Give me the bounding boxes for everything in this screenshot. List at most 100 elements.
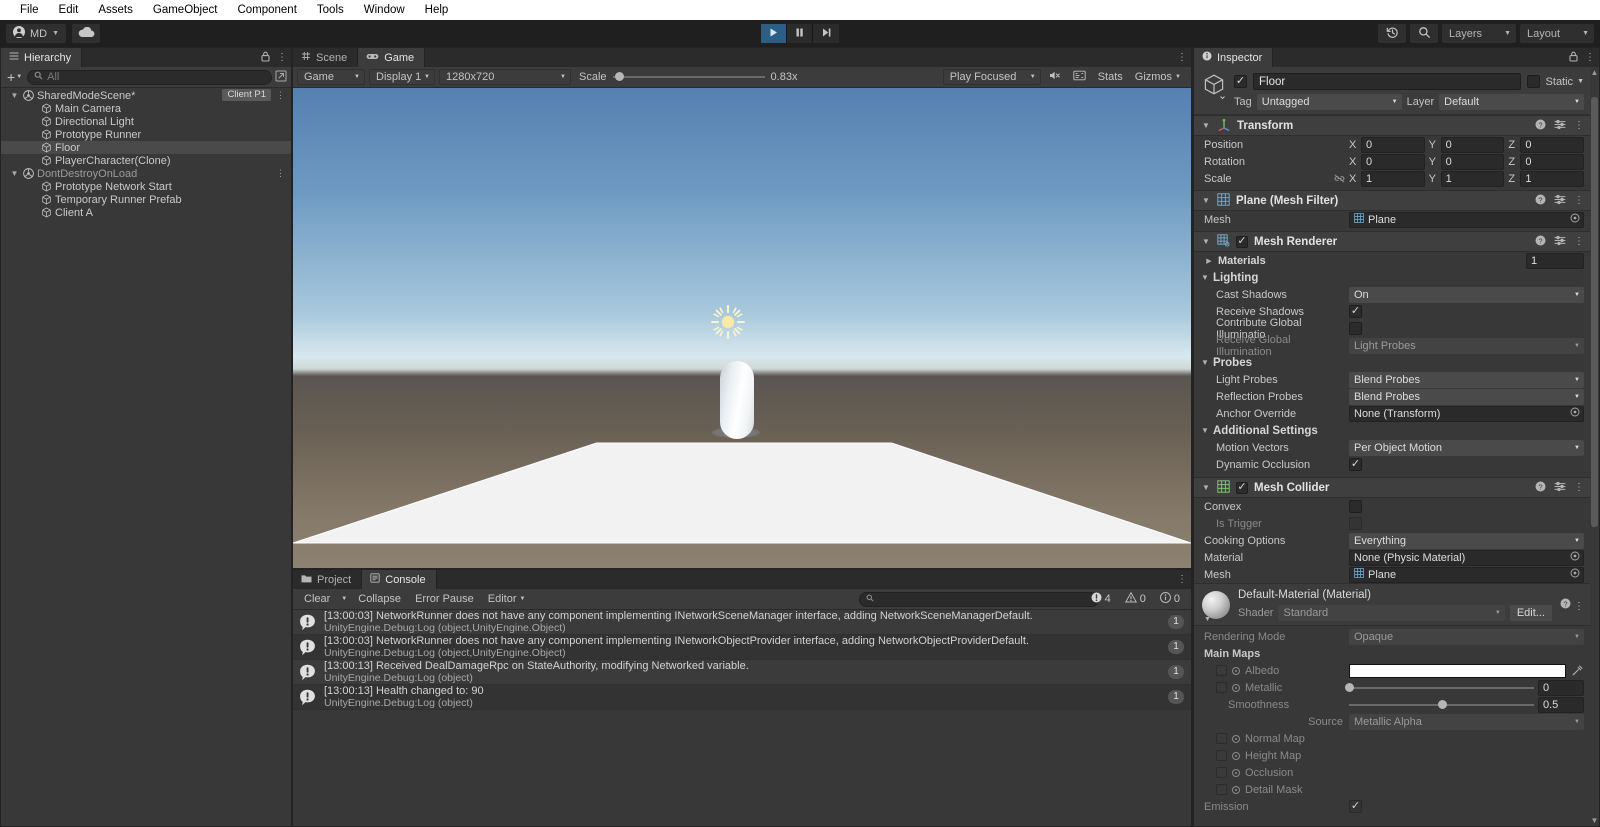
eyedropper-icon[interactable]: [1570, 665, 1584, 676]
lock-icon[interactable]: [1569, 51, 1578, 65]
console-search-input[interactable]: [859, 592, 1099, 607]
gizmos-button[interactable]: Gizmos ▼: [1129, 69, 1187, 85]
component-header-mesh-filter[interactable]: ▼ Plane (Mesh Filter) ? ⋮: [1194, 190, 1590, 211]
additional-settings-foldout[interactable]: ▼ Additional Settings: [1194, 422, 1590, 439]
menu-assets[interactable]: Assets: [88, 0, 143, 20]
collider-material-field[interactable]: None (Physic Material): [1349, 550, 1584, 566]
tab-hierarchy[interactable]: Hierarchy: [1, 48, 82, 67]
clear-button[interactable]: Clear: [297, 591, 337, 607]
normal-map-toggle[interactable]: [1216, 733, 1227, 744]
object-picker-icon[interactable]: [1570, 213, 1580, 226]
kebab-menu-icon[interactable]: ⋮: [1574, 237, 1584, 247]
object-picker-icon[interactable]: [1570, 568, 1580, 581]
hierarchy-expand-icon[interactable]: [275, 70, 287, 85]
hierarchy-item-temporary-runner-prefab[interactable]: Temporary Runner Prefab: [1, 193, 291, 206]
tab-game[interactable]: Game: [358, 48, 425, 67]
object-picker-icon[interactable]: [1570, 407, 1580, 420]
smoothness-slider[interactable]: [1349, 704, 1534, 706]
kebab-menu-icon[interactable]: ⋮: [1177, 53, 1187, 63]
materials-count-field[interactable]: 1: [1526, 253, 1584, 269]
stats-button[interactable]: Stats: [1092, 69, 1129, 85]
help-icon[interactable]: ?: [1535, 235, 1546, 249]
layout-dropdown[interactable]: Layout ▼: [1520, 24, 1594, 43]
add-gameobject-button[interactable]: + ▼: [5, 70, 24, 84]
layers-dropdown[interactable]: Layers ▼: [1442, 24, 1516, 43]
menu-file[interactable]: File: [10, 0, 49, 20]
help-icon[interactable]: ?: [1535, 481, 1546, 495]
collapse-button[interactable]: Collapse: [351, 591, 408, 607]
foldout-arrow-icon[interactable]: ▶: [1204, 257, 1214, 265]
kebab-menu-icon[interactable]: ⋮: [277, 53, 287, 63]
kebab-menu-icon[interactable]: ⋮: [276, 89, 285, 102]
console-log-list[interactable]: [13:00:03] NetworkRunner does not have a…: [293, 610, 1191, 826]
foldout-arrow-icon[interactable]: ▼: [1201, 483, 1211, 492]
contribute-gi-checkbox[interactable]: [1349, 322, 1362, 335]
transform-scale-z-field[interactable]: 1: [1520, 171, 1584, 187]
frame-debug-button[interactable]: [1067, 69, 1092, 85]
help-icon[interactable]: ?: [1535, 119, 1546, 133]
transform-rotation-y-field[interactable]: 0: [1441, 154, 1505, 170]
object-enabled-checkbox[interactable]: [1234, 75, 1247, 88]
rendering-mode-dropdown[interactable]: Opaque ▼: [1349, 629, 1584, 645]
error-pause-button[interactable]: Error Pause: [408, 591, 481, 607]
pause-button[interactable]: [787, 24, 813, 43]
object-name-field[interactable]: Floor: [1253, 73, 1521, 90]
preset-icon[interactable]: [1554, 119, 1566, 133]
hierarchy-item-floor[interactable]: Floor: [1, 141, 291, 154]
hierarchy-item-prototype-network-start[interactable]: Prototype Network Start: [1, 180, 291, 193]
hierarchy-item-client-a[interactable]: Client A: [1, 206, 291, 219]
cooking-options-dropdown[interactable]: Everything ▼: [1349, 533, 1584, 549]
hierarchy-item-playercharacter-clone[interactable]: PlayerCharacter(Clone): [1, 154, 291, 167]
help-icon[interactable]: ?: [1535, 194, 1546, 208]
object-picker-icon[interactable]: [1570, 551, 1580, 564]
kebab-menu-icon[interactable]: ⋮: [1574, 196, 1584, 206]
transform-rotation-z-field[interactable]: 0: [1520, 154, 1584, 170]
layer-dropdown[interactable]: Default ▼: [1439, 94, 1584, 110]
step-button[interactable]: [813, 24, 839, 43]
play-button[interactable]: [761, 24, 787, 43]
metallic-value-field[interactable]: 0: [1538, 680, 1584, 696]
scale-slider[interactable]: [613, 76, 765, 78]
preset-icon[interactable]: [1554, 481, 1566, 495]
component-header-mesh-renderer[interactable]: ▼ Mesh Renderer ? ⋮: [1194, 231, 1590, 252]
transform-position-z-field[interactable]: 0: [1520, 137, 1584, 153]
cast-shadows-dropdown[interactable]: On ▼: [1349, 287, 1584, 303]
undo-history-button[interactable]: [1378, 24, 1406, 43]
resolution-dropdown[interactable]: 1280x720 ▼: [439, 69, 571, 85]
receive-shadows-checkbox[interactable]: [1349, 305, 1362, 318]
height-map-toggle[interactable]: [1216, 750, 1227, 761]
tab-inspector[interactable]: Inspector: [1194, 48, 1273, 67]
lock-icon[interactable]: [261, 51, 270, 65]
hierarchy-item-main-camera[interactable]: Main Camera: [1, 102, 291, 115]
info-count[interactable]: 0: [1153, 591, 1187, 607]
kebab-menu-icon[interactable]: ⋮: [1585, 53, 1595, 63]
kebab-menu-icon[interactable]: ⋮: [1177, 575, 1187, 585]
metallic-slider[interactable]: [1349, 687, 1534, 689]
preset-icon[interactable]: [1554, 235, 1566, 249]
warning-count[interactable]: 0: [1118, 591, 1153, 607]
smoothness-value-field[interactable]: 0.5: [1538, 697, 1584, 713]
smoothness-slider-knob[interactable]: [1438, 700, 1447, 709]
console-log-row[interactable]: [13:00:03] NetworkRunner does not have a…: [293, 610, 1191, 635]
hierarchy-item-sharedmodescene[interactable]: ▼SharedModeScene*Client P1⋮: [1, 89, 291, 102]
anchor-override-field[interactable]: None (Transform): [1349, 406, 1584, 422]
menu-edit[interactable]: Edit: [49, 0, 89, 20]
scale-slider-knob[interactable]: [615, 72, 624, 81]
hierarchy-item-dontdestroyonload[interactable]: ▼DontDestroyOnLoad⋮: [1, 167, 291, 180]
console-log-row[interactable]: [13:00:13] Received DealDamageRpc on Sta…: [293, 660, 1191, 685]
foldout-arrow-icon[interactable]: ▼: [1201, 196, 1211, 205]
chevron-down-icon[interactable]: ▼: [1577, 78, 1584, 85]
albedo-color-swatch[interactable]: [1349, 664, 1566, 678]
lighting-foldout[interactable]: ▼ Lighting: [1194, 269, 1590, 286]
emission-checkbox[interactable]: [1349, 800, 1362, 813]
collider-mesh-field[interactable]: Plane: [1349, 567, 1584, 583]
transform-position-y-field[interactable]: 0: [1441, 137, 1505, 153]
game-target-dropdown[interactable]: Game ▼: [297, 69, 365, 85]
occlusion-toggle[interactable]: [1216, 767, 1227, 778]
scale-link-icon[interactable]: [1334, 174, 1349, 183]
inspector-scrollbar[interactable]: ▲ ▼: [1590, 67, 1599, 826]
convex-checkbox[interactable]: [1349, 500, 1362, 513]
help-icon[interactable]: ?: [1560, 600, 1571, 612]
display-dropdown[interactable]: Display 1 ▼: [369, 69, 435, 85]
transform-scale-x-field[interactable]: 1: [1361, 171, 1425, 187]
